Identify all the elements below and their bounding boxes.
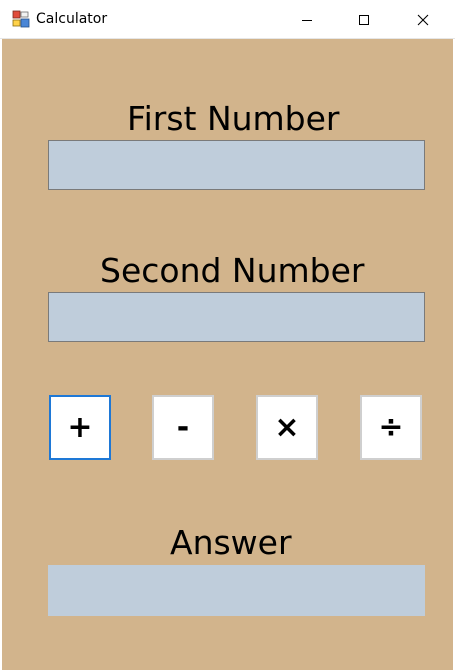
maximize-button[interactable] [341,0,387,39]
first-number-label: First Number [127,99,340,138]
minimize-button[interactable] [284,0,330,39]
app-icon [12,10,30,28]
form-client-area: First Number Second Number + - × ÷ Answe… [2,39,453,670]
calculator-window: Calculator First Number Second Number + [0,0,455,670]
multiply-button[interactable]: × [256,395,318,460]
window-title: Calculator [36,11,108,27]
close-icon [417,14,429,25]
minus-icon: - [176,410,190,445]
plus-icon: + [67,410,93,445]
minimize-icon [302,19,312,21]
maximize-icon [359,14,369,25]
add-button[interactable]: + [49,395,111,460]
close-button[interactable] [400,0,446,39]
title-bar[interactable]: Calculator [0,0,455,39]
second-number-input[interactable] [48,292,425,342]
divide-icon: ÷ [378,410,404,445]
answer-output[interactable] [48,565,425,616]
divide-button[interactable]: ÷ [360,395,422,460]
answer-label: Answer [170,523,292,562]
second-number-label: Second Number [100,251,365,290]
multiply-icon: × [274,410,300,445]
first-number-input[interactable] [48,140,425,190]
subtract-button[interactable]: - [152,395,214,460]
